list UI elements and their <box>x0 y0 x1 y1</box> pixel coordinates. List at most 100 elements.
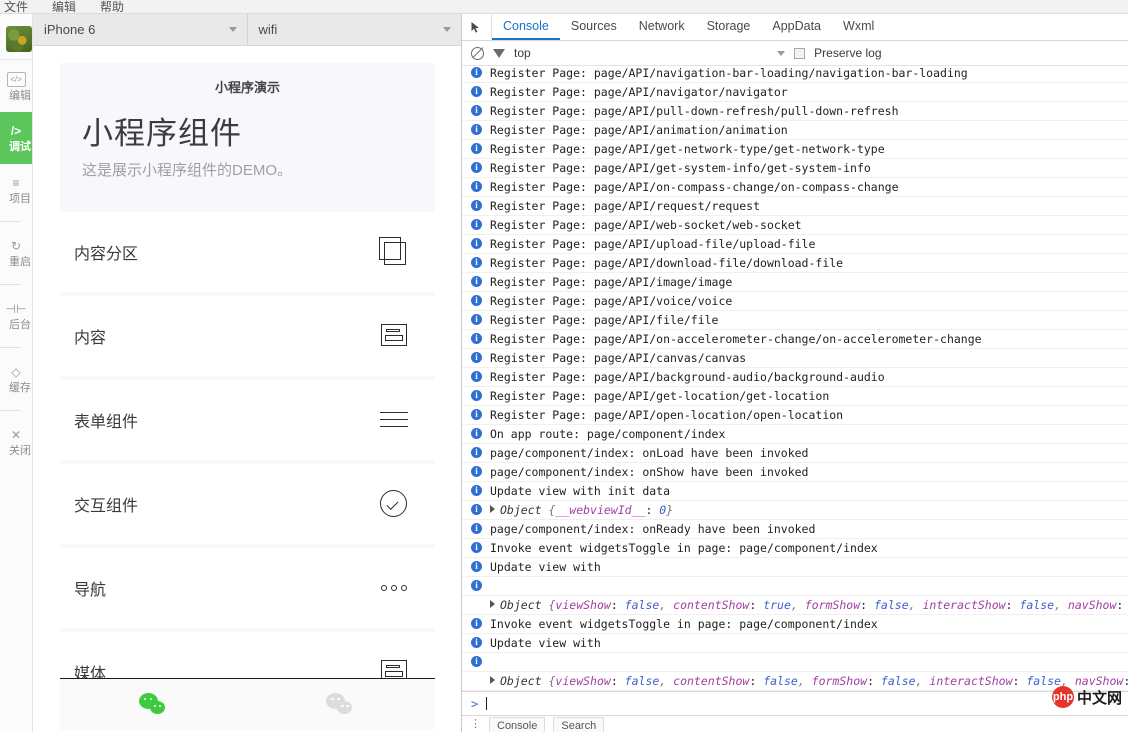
console-log-row: iRegister Page: page/API/open-location/o… <box>462 406 1128 425</box>
rail-icon-1-icon: /> <box>11 125 21 138</box>
tab-wxml[interactable]: Wxml <box>832 14 885 40</box>
stacked-squares-icon <box>379 237 409 267</box>
drawer-tab-search[interactable]: Search <box>553 717 604 732</box>
preserve-log-checkbox[interactable] <box>794 48 805 59</box>
rail-icon-3-icon: ↻ <box>11 240 21 253</box>
info-icon: i <box>471 143 482 154</box>
chevron-down-icon[interactable] <box>777 51 785 56</box>
console-log-text: Register Page: page/API/voice/voice <box>490 294 1128 308</box>
info-icon: i <box>471 67 482 78</box>
console-log-text: Object {viewShow: false, contentShow: tr… <box>490 598 1128 612</box>
filter-funnel-icon[interactable] <box>493 49 505 58</box>
context-select-value[interactable]: top <box>514 46 531 60</box>
panel-icon <box>379 657 409 678</box>
console-log-text: Register Page: page/API/get-system-info/… <box>490 161 1128 175</box>
console-log-row: ipage/component/index: onReady have been… <box>462 520 1128 539</box>
info-icon: i <box>471 352 482 363</box>
tab-bar-item-1[interactable] <box>248 693 436 717</box>
device-select[interactable]: iPhone 6 <box>33 14 248 45</box>
network-select[interactable]: wifi <box>248 14 462 45</box>
inspect-cursor-icon[interactable] <box>462 14 492 40</box>
devtools-drawer: ⋮ Console Search <box>462 715 1128 732</box>
tab-appdata[interactable]: AppData <box>761 14 832 40</box>
drawer-tab-console[interactable]: Console <box>489 717 545 732</box>
devtools-tabs: ConsoleSourcesNetworkStorageAppDataWxml <box>492 14 885 40</box>
console-log-text: Update view with init data <box>490 484 1128 498</box>
console-log-row: iUpdate view with <box>462 558 1128 577</box>
simulator-panel: iPhone 6 wifi 小程序演示 小程序组件 这是展示小程序组件的DEMO… <box>33 14 462 732</box>
info-icon: i <box>471 656 482 667</box>
expand-triangle-icon[interactable] <box>490 600 495 608</box>
info-icon: i <box>471 637 482 648</box>
wechat-logo-icon <box>326 693 356 717</box>
info-icon: i <box>471 542 482 553</box>
info-icon: i <box>471 314 482 325</box>
console-log-row: iRegister Page: page/API/get-system-info… <box>462 159 1128 178</box>
list-item[interactable]: 内容 <box>60 296 435 376</box>
menu-item-2[interactable]: 帮助 <box>100 1 124 13</box>
console-log-text: On app route: page/component/index <box>490 427 1128 441</box>
expand-triangle-icon[interactable] <box>490 676 495 684</box>
tab-storage[interactable]: Storage <box>696 14 762 40</box>
tab-console[interactable]: Console <box>492 14 560 40</box>
menu-item-0[interactable]: 文件 <box>4 1 28 13</box>
clear-console-icon[interactable] <box>471 47 484 60</box>
intro-block: 小程序组件 这是展示小程序组件的DEMO。 <box>60 104 435 182</box>
console-log-row: iUpdate view with <box>462 634 1128 653</box>
info-icon: i <box>471 333 482 344</box>
tab-network[interactable]: Network <box>628 14 696 40</box>
console-object-row[interactable]: Object {viewShow: false, contentShow: tr… <box>462 596 1128 615</box>
console-object-row[interactable]: Object {viewShow: false, contentShow: fa… <box>462 672 1128 691</box>
console-log-row: i <box>462 653 1128 672</box>
console-prompt[interactable]: > <box>462 691 1128 715</box>
watermark-text: 中文网 <box>1077 687 1122 708</box>
console-log-row: iRegister Page: page/API/navigator/navig… <box>462 83 1128 102</box>
phone-nav-bar: 小程序演示 <box>60 63 435 104</box>
console-log-text: Register Page: page/API/open-location/op… <box>490 408 1128 422</box>
chevron-down-icon <box>443 27 451 32</box>
console-log-row: ipage/component/index: onLoad have been … <box>462 444 1128 463</box>
rail-label-2: 项目 <box>9 193 31 205</box>
rail-button-4[interactable]: ⊣⊢后台 <box>0 290 33 342</box>
console-log-area[interactable]: iRegister Page: page/API/navigation-bar-… <box>462 66 1128 691</box>
rail-button-6[interactable]: ✕关闭 <box>0 416 33 468</box>
menu-bar: 文件 编辑 帮助 <box>0 0 1128 14</box>
list-item[interactable]: 表单组件 <box>60 380 435 460</box>
rail-label-1: 调试 <box>9 141 31 153</box>
preserve-log-label: Preserve log <box>814 46 881 60</box>
console-log-row: iRegister Page: page/API/canvas/canvas <box>462 349 1128 368</box>
info-icon: i <box>471 561 482 572</box>
list-item[interactable]: 导航 <box>60 548 435 628</box>
rail-label-5: 缓存 <box>9 382 31 394</box>
list-item[interactable]: 媒体 <box>60 632 435 678</box>
console-log-row: iRegister Page: page/API/image/image <box>462 273 1128 292</box>
console-log-text: Register Page: page/API/upload-file/uplo… <box>490 237 1128 251</box>
rail-button-1[interactable]: /> 调试 <box>0 112 33 164</box>
console-log-text: Register Page: page/API/request/request <box>490 199 1128 213</box>
list-item[interactable]: 交互组件 <box>60 464 435 544</box>
console-log-text: Register Page: page/API/on-accelerometer… <box>490 332 1128 346</box>
rail-divider <box>0 221 21 222</box>
tab-sources[interactable]: Sources <box>560 14 628 40</box>
rail-button-2[interactable]: ≡项目 <box>0 164 33 216</box>
menu-item-1[interactable]: 编辑 <box>52 1 76 13</box>
rail-button-0[interactable]: </>编辑 <box>0 60 33 112</box>
simulator-stage: 小程序演示 小程序组件 这是展示小程序组件的DEMO。 内容分区内容表单组件交互… <box>33 46 461 732</box>
tab-bar-item-0[interactable] <box>60 693 248 717</box>
console-log-text: Register Page: page/API/pull-down-refres… <box>490 104 1128 118</box>
console-log-text: page/component/index: onShow have been i… <box>490 465 1128 479</box>
info-icon: i <box>471 523 482 534</box>
console-log-row: iUpdate view with init data <box>462 482 1128 501</box>
rail-button-5[interactable]: ◇缓存 <box>0 353 33 405</box>
list-item[interactable]: 内容分区 <box>60 212 435 292</box>
more-options-icon[interactable]: ⋮ <box>470 720 481 728</box>
console-log-row: iRegister Page: page/API/file/file <box>462 311 1128 330</box>
info-icon: i <box>471 257 482 268</box>
expand-triangle-icon[interactable] <box>490 505 495 513</box>
phone-content: 小程序组件 这是展示小程序组件的DEMO。 内容分区内容表单组件交互组件导航媒体 <box>60 104 435 678</box>
phone-tab-bar <box>60 678 435 730</box>
console-log-text: Invoke event widgetsToggle in page: page… <box>490 541 1128 555</box>
info-icon: i <box>471 276 482 287</box>
device-select-value: iPhone 6 <box>44 22 95 37</box>
rail-button-3[interactable]: ↻重启 <box>0 227 33 279</box>
